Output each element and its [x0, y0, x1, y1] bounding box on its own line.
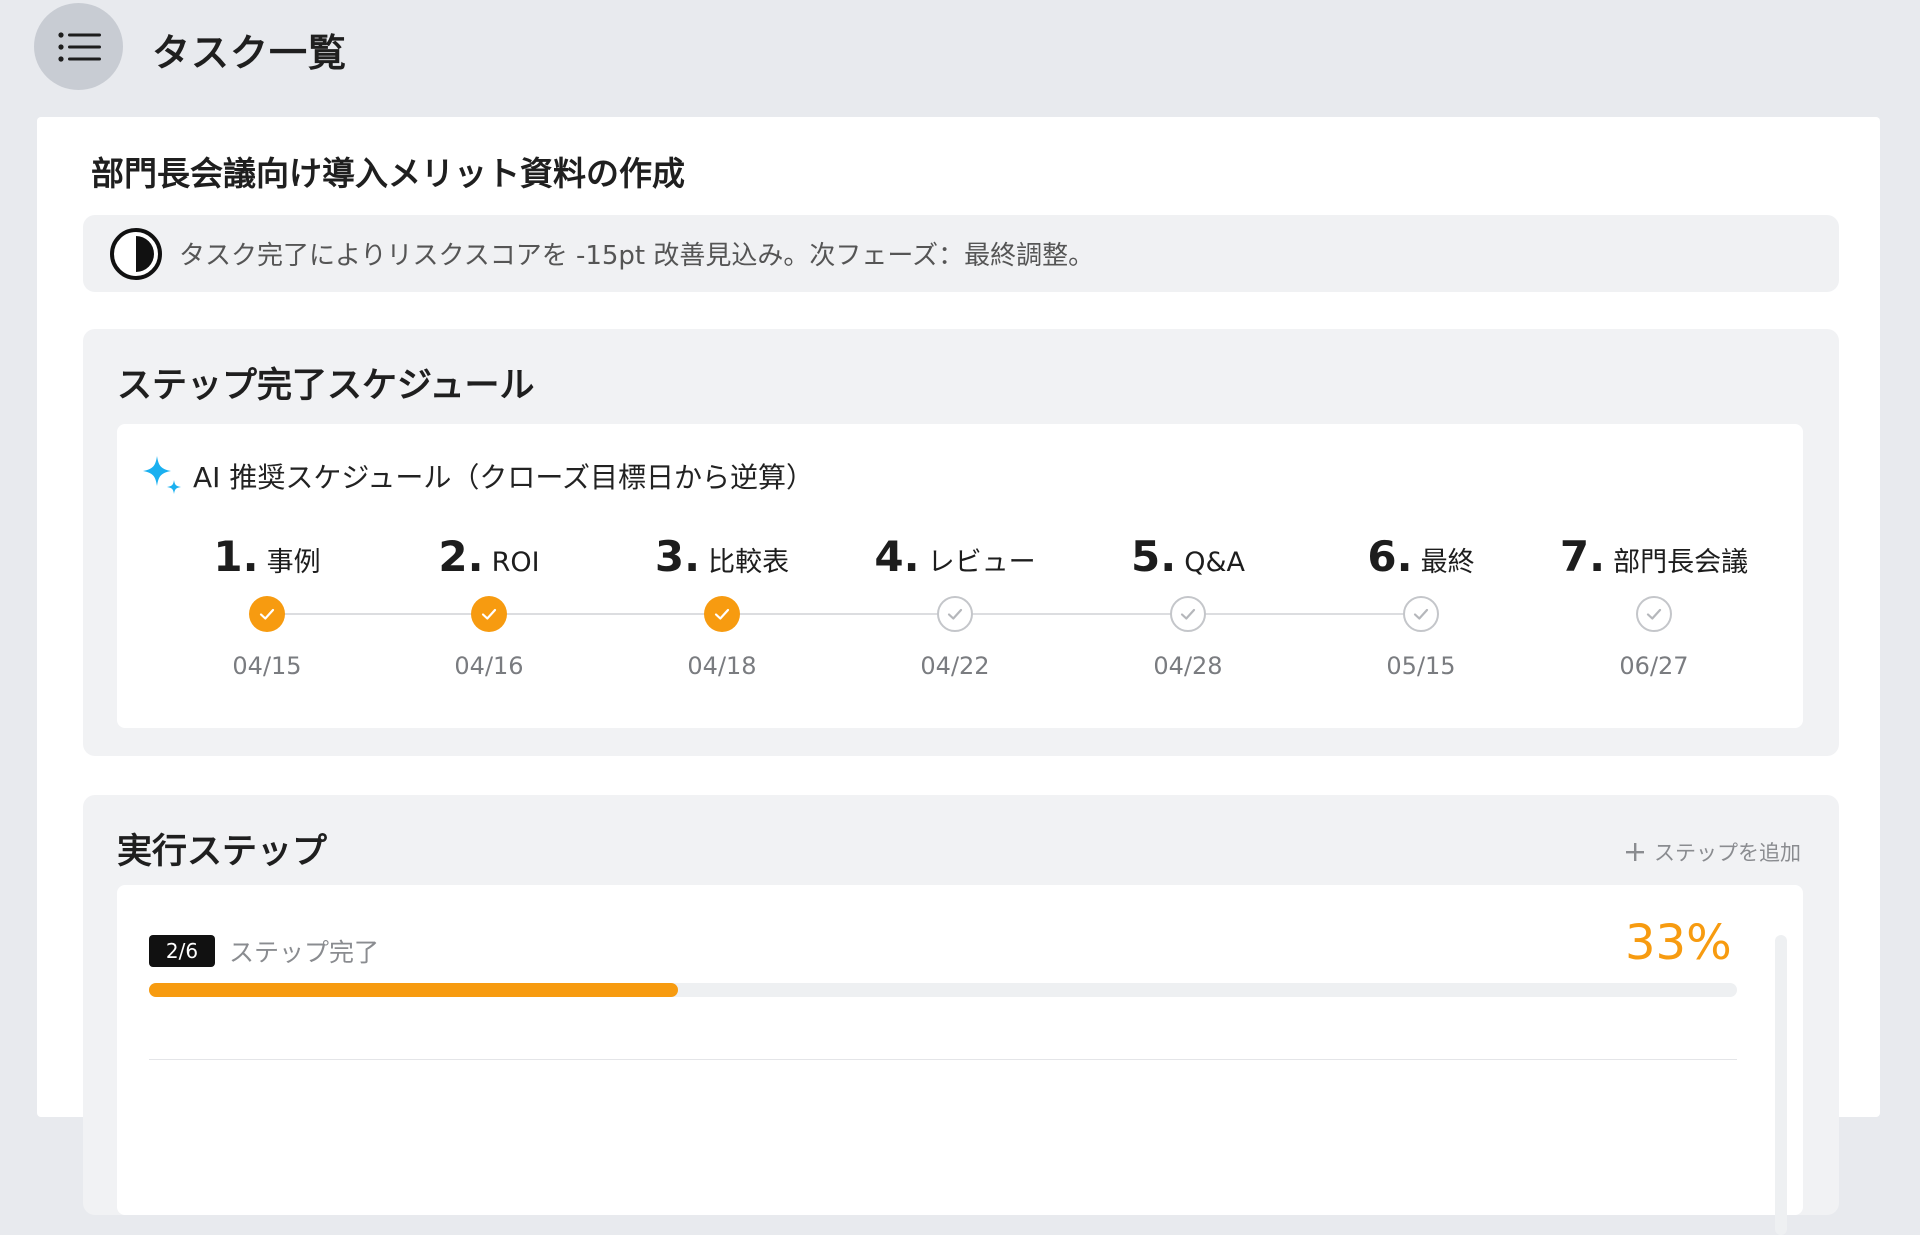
step-name: 部門長会議 — [1613, 547, 1749, 578]
step-number: 7. — [1559, 532, 1606, 581]
step-name: Q&A — [1184, 547, 1245, 578]
check-icon — [1180, 608, 1196, 620]
execution-title: 実行ステップ — [117, 832, 328, 872]
step-label-6: 6. 最終 — [1367, 532, 1474, 581]
step-label-5: 5. Q&A — [1131, 532, 1245, 581]
check-icon — [259, 608, 275, 620]
step-date: 05/15 — [1386, 652, 1456, 680]
progress-percent: 33% — [1625, 915, 1732, 971]
step-date: 04/22 — [920, 652, 990, 680]
step-label-1: 1. 事例 — [213, 532, 320, 581]
risk-note-text: タスク完了によりリスクスコアを -15pt 改善見込み。次フェーズ：最終調整。 — [179, 241, 1095, 271]
step-number: 6. — [1367, 532, 1413, 581]
progress-bar — [149, 983, 1737, 997]
schedule-title: ステップ完了スケジュール — [117, 366, 535, 406]
risk-note: タスク完了によりリスクスコアを -15pt 改善見込み。次フェーズ：最終調整。 — [83, 215, 1839, 292]
step-label-4: 4. レビュー — [874, 532, 1035, 581]
step-done-check[interactable] — [704, 596, 740, 632]
step-name: レビュー — [927, 547, 1036, 578]
schedule-panel: AI 推奨スケジュール（クローズ目標日から逆算） 1. 事例 04/15 2. ROI 0… — [117, 424, 1803, 728]
step-number: 1. — [213, 532, 259, 581]
task-card: 部門長会議向け導入メリット資料の作成 タスク完了によりリスクスコアを -15pt… — [37, 117, 1880, 1235]
step-done-check[interactable] — [249, 596, 285, 632]
check-icon — [1646, 608, 1662, 620]
step-count-label: ステップ完了 — [229, 938, 380, 967]
step-label-2: 2. ROI — [438, 532, 539, 581]
step-name: 最終 — [1420, 547, 1475, 578]
timeline-line — [267, 613, 1417, 615]
step-done-check[interactable] — [471, 596, 507, 632]
check-icon — [947, 608, 963, 620]
task-title: 部門長会議向け導入メリット資料の作成 — [91, 154, 685, 193]
execution-section: 実行ステップ ステップを追加 2/6 ステップ完了 33% — [83, 795, 1839, 1235]
execution-panel: 2/6 ステップ完了 33% — [117, 885, 1803, 1235]
add-step-button[interactable]: ステップを追加 — [1624, 837, 1801, 867]
step-name: 事例 — [266, 547, 321, 578]
step-name: 比較表 — [708, 547, 790, 578]
list-icon — [57, 31, 101, 62]
step-label-3: 3. 比較表 — [655, 532, 789, 581]
step-date: 04/28 — [1153, 652, 1223, 680]
step-date: 06/27 — [1619, 652, 1689, 680]
check-icon — [481, 608, 497, 620]
plus-icon — [1626, 843, 1644, 861]
step-name: ROI — [491, 547, 540, 578]
schedule-section: ステップ完了スケジュール AI 推奨スケジュール（クローズ目標日から逆算） 1.… — [83, 329, 1839, 756]
step-date: 04/16 — [454, 652, 524, 680]
step-pending-check[interactable] — [1403, 596, 1439, 632]
step-timeline: 1. 事例 04/15 2. ROI 04/16 3. 比較表 04/18 4. レビュー 04/22… — [117, 424, 1803, 728]
add-step-label: ステップを追加 — [1654, 841, 1801, 865]
step-number: 3. — [654, 532, 701, 581]
check-icon — [1413, 608, 1429, 620]
page-title: タスク一覧 — [152, 31, 348, 75]
step-number: 4. — [874, 532, 920, 581]
step-pending-check[interactable] — [1636, 596, 1672, 632]
divider — [149, 1059, 1737, 1060]
step-count-badge: 2/6 — [149, 935, 215, 967]
progress-fill — [149, 983, 679, 997]
scrollbar[interactable] — [1775, 935, 1787, 1235]
step-date: 04/18 — [687, 652, 757, 680]
step-date: 04/15 — [232, 652, 302, 680]
top-bar: タスク一覧 — [0, 0, 1920, 117]
menu-button[interactable] — [34, 3, 123, 90]
step-number: 5. — [1131, 532, 1177, 581]
step-number: 2. — [438, 532, 484, 581]
step-pending-check[interactable] — [937, 596, 973, 632]
half-circle-icon — [110, 227, 162, 280]
check-icon — [714, 608, 730, 620]
step-label-7: 7. 部門長会議 — [1560, 532, 1748, 581]
step-pending-check[interactable] — [1170, 596, 1206, 632]
